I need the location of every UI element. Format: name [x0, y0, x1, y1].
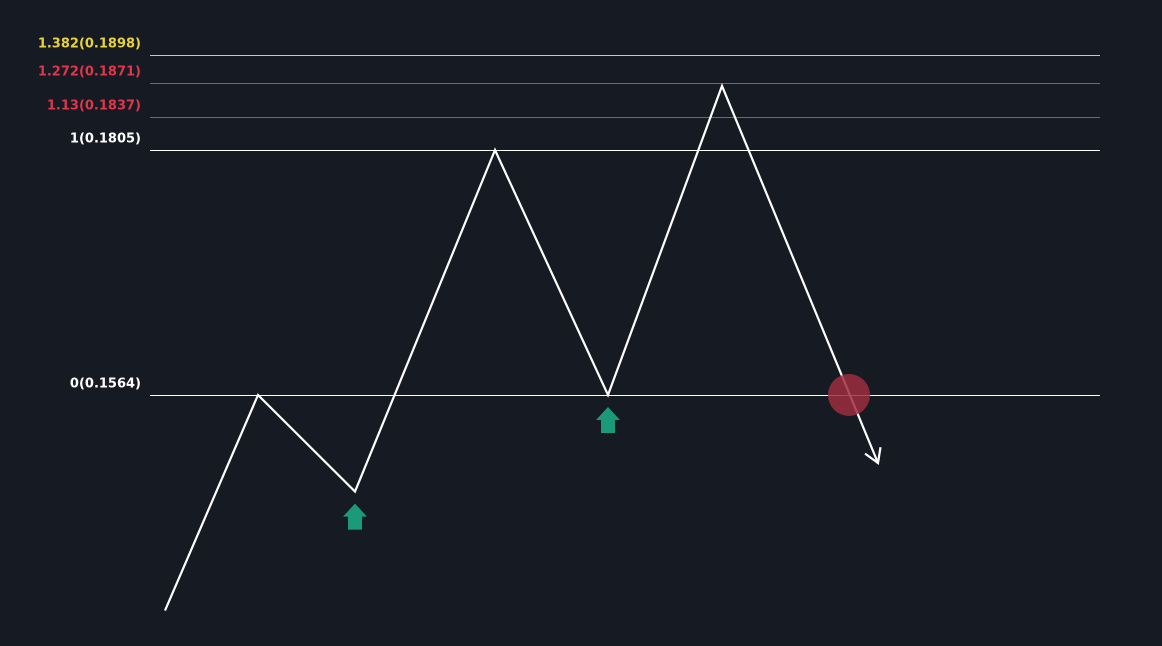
fib-level-label-1: 1(0.1805): [70, 132, 141, 147]
fib-level-label-1-272: 1.272(0.1871): [38, 65, 141, 80]
fib-level-label-0: 0(0.1564): [70, 377, 141, 392]
fib-level-label-1-13: 1.13(0.1837): [47, 99, 141, 114]
fibonacci-extension-chart: 1.382(0.1898) 1.272(0.1871) 1.13(0.1837) 1(…: [0, 0, 1162, 646]
chart-background: [0, 0, 1162, 646]
breakdown-circle-marker: [828, 374, 870, 416]
fib-level-label-1-382: 1.382(0.1898): [38, 37, 141, 52]
